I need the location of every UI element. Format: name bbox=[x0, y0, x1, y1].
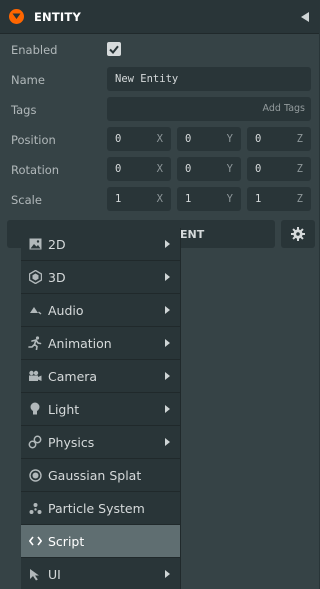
entity-inspector-panel: ENTITY Enabled Name New Entity Tags Add … bbox=[0, 0, 319, 589]
tags-label: Tags bbox=[11, 103, 37, 117]
menu-item-3d[interactable]: 3D bbox=[21, 261, 180, 293]
position-z-value: 0 bbox=[255, 133, 262, 145]
add-component-label: ENT bbox=[180, 228, 205, 241]
add-tags-label: Add Tags bbox=[262, 103, 305, 114]
axis-x-label: X bbox=[156, 133, 163, 145]
enabled-checkbox[interactable] bbox=[107, 42, 121, 56]
header-title: ENTITY bbox=[34, 9, 81, 24]
rotation-label: Rotation bbox=[11, 163, 60, 177]
submenu-arrow-icon bbox=[165, 405, 170, 413]
menu-item-label: Light bbox=[48, 402, 80, 417]
submenu-arrow-icon bbox=[165, 306, 170, 314]
menu-item-physics[interactable]: Physics bbox=[21, 426, 180, 458]
scale-y-value: 1 bbox=[185, 193, 192, 205]
menu-item-label: Gaussian Splat bbox=[48, 468, 142, 483]
menu-item-audio[interactable]: Audio bbox=[21, 294, 180, 326]
tags-row: Tags Add Tags bbox=[0, 94, 319, 124]
rotation-z-value: 0 bbox=[255, 163, 262, 175]
rotation-y-field[interactable]: 0 Y bbox=[177, 157, 241, 181]
menu-item-script[interactable]: Script bbox=[21, 525, 180, 557]
rotation-y-value: 0 bbox=[185, 163, 192, 175]
rotation-z-field[interactable]: 0 Z bbox=[247, 157, 311, 181]
chevron-down-icon bbox=[12, 13, 21, 19]
rotation-x-value: 0 bbox=[115, 163, 122, 175]
axis-y-label: Y bbox=[226, 163, 233, 175]
component-settings-button[interactable] bbox=[281, 220, 315, 248]
enabled-row: Enabled bbox=[0, 34, 319, 64]
menu-item-label: Physics bbox=[48, 435, 95, 450]
cursor-icon bbox=[28, 567, 42, 581]
particles-icon bbox=[28, 501, 42, 515]
menu-item-gaussian-splat[interactable]: Gaussian Splat bbox=[21, 459, 180, 491]
menu-item-animation[interactable]: Animation bbox=[21, 327, 180, 359]
scale-row: Scale 1 X 1 Y 1 Z bbox=[0, 184, 319, 214]
rotation-x-field[interactable]: 0 X bbox=[107, 157, 171, 181]
menu-item-label: Animation bbox=[48, 336, 112, 351]
scale-label: Scale bbox=[11, 193, 42, 207]
code-icon bbox=[28, 534, 42, 548]
submenu-arrow-icon bbox=[165, 438, 170, 446]
axis-x-label: X bbox=[156, 193, 163, 205]
enabled-label: Enabled bbox=[11, 43, 58, 57]
menu-item-ui[interactable]: UI bbox=[21, 558, 180, 589]
panel-toggle-arrow-icon[interactable] bbox=[301, 12, 309, 22]
scale-x-field[interactable]: 1 X bbox=[107, 187, 171, 211]
position-row: Position 0 X 0 Y 0 Z bbox=[0, 124, 319, 154]
camera-icon bbox=[28, 369, 42, 383]
add-component-menu: 2D 3D Audio Animation Camera Light Physi… bbox=[21, 228, 181, 589]
submenu-arrow-icon bbox=[165, 372, 170, 380]
name-row: Name New Entity bbox=[0, 64, 319, 94]
menu-item-2d[interactable]: 2D bbox=[21, 228, 180, 260]
axis-y-label: Y bbox=[226, 193, 233, 205]
name-label: Name bbox=[11, 73, 45, 87]
scale-z-field[interactable]: 1 Z bbox=[247, 187, 311, 211]
axis-z-label: Z bbox=[296, 163, 303, 175]
tags-field[interactable]: Add Tags bbox=[107, 97, 311, 121]
menu-item-label: Audio bbox=[48, 303, 84, 318]
position-z-field[interactable]: 0 Z bbox=[247, 127, 311, 151]
cube-icon bbox=[28, 270, 42, 284]
menu-item-label: Script bbox=[48, 534, 85, 549]
axis-x-label: X bbox=[156, 163, 163, 175]
position-y-field[interactable]: 0 Y bbox=[177, 127, 241, 151]
rotation-row: Rotation 0 X 0 Y 0 Z bbox=[0, 154, 319, 184]
name-field[interactable]: New Entity bbox=[107, 67, 311, 91]
bulb-icon bbox=[28, 402, 42, 416]
menu-item-label: 2D bbox=[48, 237, 66, 252]
speaker-icon bbox=[28, 303, 42, 317]
submenu-arrow-icon bbox=[165, 273, 170, 281]
gear-icon bbox=[291, 227, 305, 241]
name-value: New Entity bbox=[115, 73, 179, 85]
submenu-arrow-icon bbox=[165, 240, 170, 248]
link-icon bbox=[28, 435, 42, 449]
axis-y-label: Y bbox=[226, 133, 233, 145]
running-figure-icon bbox=[28, 336, 42, 350]
submenu-arrow-icon bbox=[165, 570, 170, 578]
menu-item-light[interactable]: Light bbox=[21, 393, 180, 425]
axis-z-label: Z bbox=[296, 133, 303, 145]
image-icon bbox=[28, 237, 42, 251]
splat-icon bbox=[28, 468, 42, 482]
scale-z-value: 1 bbox=[255, 193, 262, 205]
axis-z-label: Z bbox=[296, 193, 303, 205]
collapse-button[interactable] bbox=[9, 9, 24, 24]
scale-x-value: 1 bbox=[115, 193, 122, 205]
check-icon bbox=[109, 45, 119, 54]
position-y-value: 0 bbox=[185, 133, 192, 145]
position-x-field[interactable]: 0 X bbox=[107, 127, 171, 151]
menu-item-label: 3D bbox=[48, 270, 66, 285]
menu-item-label: Camera bbox=[48, 369, 98, 384]
scale-y-field[interactable]: 1 Y bbox=[177, 187, 241, 211]
position-x-value: 0 bbox=[115, 133, 122, 145]
position-label: Position bbox=[11, 133, 56, 147]
menu-item-label: Particle System bbox=[48, 501, 145, 516]
entity-header: ENTITY bbox=[0, 0, 319, 34]
menu-item-label: UI bbox=[48, 567, 61, 582]
submenu-arrow-icon bbox=[165, 339, 170, 347]
menu-item-particle-system[interactable]: Particle System bbox=[21, 492, 180, 524]
menu-item-camera[interactable]: Camera bbox=[21, 360, 180, 392]
